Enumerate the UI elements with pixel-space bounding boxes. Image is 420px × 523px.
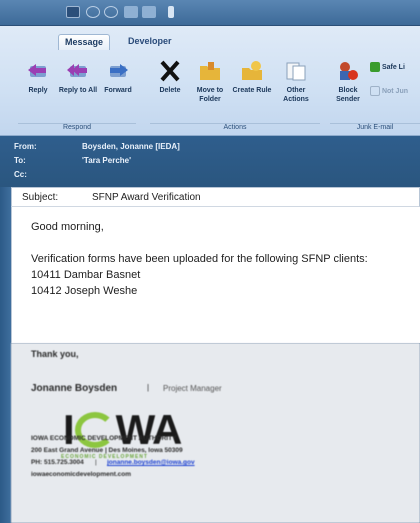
move-to-folder-label: Move to Folder	[196, 87, 224, 103]
subject-value: SFNP Award Verification	[92, 192, 201, 203]
subject-label: Subject:	[22, 192, 59, 203]
signature-name: Jonanne Boysden	[31, 383, 118, 394]
next-item-icon[interactable]	[142, 6, 156, 18]
title-bar	[0, 0, 420, 26]
not-junk-label: Not Jun	[381, 87, 409, 95]
safe-list-icon	[370, 62, 380, 72]
website-link[interactable]: iowaeconomicdevelopment.com	[31, 471, 131, 478]
delete-button[interactable]: Delete	[150, 60, 190, 95]
not-junk-icon	[370, 86, 380, 96]
forward-icon	[110, 64, 128, 77]
signature-title: Project Manager	[163, 384, 222, 393]
window-left-edge	[0, 187, 11, 523]
delete-icon	[160, 60, 180, 82]
reply-button[interactable]: Reply	[18, 60, 58, 95]
from-value[interactable]: Boysden, Jonanne [IEDA]	[82, 142, 180, 151]
reply-all-button[interactable]: Reply to All	[58, 60, 98, 95]
delete-label: Delete	[159, 87, 181, 94]
email-link[interactable]: jonanne.boysden@iowa.gov	[107, 459, 195, 466]
reply-icon	[28, 64, 46, 77]
message-header: From: Boysden, Jonanne [IEDA] To: 'Tara …	[0, 136, 420, 187]
block-sender-button[interactable]: Block Sender	[328, 60, 368, 104]
block-sender-icon	[340, 62, 358, 80]
to-value[interactable]: 'Tara Perche'	[82, 156, 131, 165]
not-junk-button[interactable]: Not Jun	[370, 86, 420, 96]
body-line-2: 10411 Dambar Basnet	[31, 269, 141, 281]
other-actions-label: Other Actions	[283, 87, 309, 103]
outlook-message-window: Message Developer Reply Reply to All For…	[0, 0, 420, 523]
safe-list-label: Safe Li	[381, 63, 405, 71]
org-name: IOWA ECONOMIC DEVELOPMENT AUTHORITY	[31, 435, 177, 442]
tab-message[interactable]: Message	[58, 34, 111, 50]
group-respond: Respond	[18, 123, 136, 133]
reply-all-label: Reply to All	[58, 87, 98, 94]
group-actions: Actions	[150, 123, 320, 133]
other-actions-button[interactable]: Other Actions	[276, 60, 316, 104]
signature-separator: |	[147, 383, 150, 392]
safe-list-button[interactable]: Safe Li	[370, 62, 420, 72]
cc-label: Cc:	[14, 170, 27, 179]
block-sender-label: Block Sender	[336, 87, 360, 103]
group-junk-email: Junk E-mail	[330, 123, 420, 133]
phone: PH: 515.725.3004	[31, 459, 84, 466]
move-to-folder-icon	[200, 62, 220, 80]
move-to-folder-button[interactable]: Move to Folder	[190, 60, 230, 104]
previous-item-icon[interactable]	[124, 6, 138, 18]
create-rule-icon	[242, 61, 262, 80]
save-icon[interactable]	[66, 6, 80, 18]
message-body: Good morning, Verification forms have be…	[11, 207, 420, 343]
phone-separator: |	[95, 459, 97, 466]
redo-icon[interactable]	[104, 6, 118, 18]
address: 200 East Grand Avenue | Des Moines, Iowa…	[31, 447, 183, 454]
customize-toolbar-icon[interactable]	[168, 6, 174, 18]
reply-label: Reply	[28, 87, 48, 94]
signature-block: Thank you, Jonanne Boysden | Project Man…	[11, 343, 420, 523]
create-rule-label: Create Rule	[232, 87, 272, 94]
forward-button[interactable]: Forward	[98, 60, 138, 95]
tab-developer[interactable]: Developer	[122, 34, 178, 50]
closing: Thank you,	[31, 349, 79, 359]
ribbon: Message Developer Reply Reply to All For…	[0, 26, 420, 136]
body-line-3: 10412 Joseph Weshe	[31, 285, 138, 297]
subject-row: Subject: SFNP Award Verification	[11, 187, 420, 207]
body-line-1: Verification forms have been uploaded fo…	[31, 253, 368, 265]
create-rule-button[interactable]: Create Rule	[232, 60, 272, 95]
forward-label: Forward	[104, 87, 132, 94]
to-label: To:	[14, 156, 26, 165]
reply-all-icon	[67, 64, 87, 77]
greeting: Good morning,	[31, 221, 104, 233]
other-actions-icon	[286, 62, 306, 81]
from-label: From:	[14, 142, 37, 151]
undo-icon[interactable]	[86, 6, 100, 18]
